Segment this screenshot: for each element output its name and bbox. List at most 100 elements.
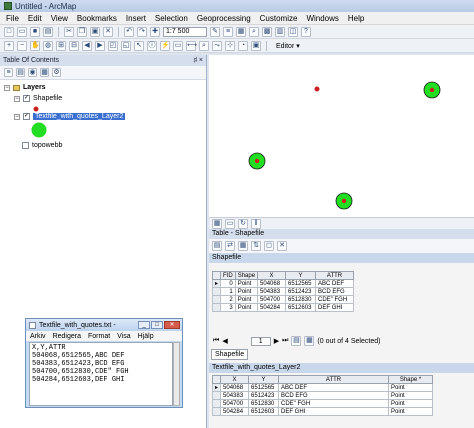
table-row[interactable]: ▸ 504068 6512565 ABC DEF Point (211, 383, 434, 392)
next-record-icon[interactable]: ▶ (274, 337, 279, 345)
table-row[interactable]: 504383 6512423 BCD EFG Point (211, 391, 434, 400)
notepad-menu-arkiv[interactable]: Arkiv (30, 333, 46, 340)
undo-icon[interactable]: ↶ (124, 26, 134, 37)
notepad-menu-visa[interactable]: Visa (117, 333, 131, 340)
editor-toolbar-icon[interactable]: ✎ (210, 26, 220, 37)
scale-input[interactable]: 1:7 500 (163, 26, 207, 37)
cell-attr[interactable]: CDE" FGH (278, 399, 390, 408)
current-record-input[interactable]: 1 (250, 336, 271, 346)
column-header-y[interactable]: Y (248, 375, 280, 384)
menu-bookmarks[interactable]: Bookmarks (77, 14, 117, 23)
menu-selection[interactable]: Selection (155, 14, 188, 23)
forward-icon[interactable]: ▶ (95, 40, 105, 51)
column-header-y[interactable]: Y (285, 271, 317, 280)
clear-selection-icon[interactable]: ◱ (121, 40, 131, 51)
maximize-button[interactable]: □ (151, 321, 163, 329)
cell-fid[interactable]: 0 (220, 279, 236, 288)
menu-help[interactable]: Help (348, 14, 364, 23)
column-header-fid[interactable]: FID (220, 271, 236, 280)
column-header-shape[interactable]: Shape * (388, 375, 434, 384)
cell-shape[interactable]: Point (234, 295, 259, 304)
full-extent-icon[interactable]: ◍ (43, 40, 53, 51)
map-view[interactable] (209, 55, 474, 217)
select-elements-icon[interactable]: ↖ (134, 40, 144, 51)
cell-y[interactable]: 6512603 (248, 407, 280, 416)
collapse-icon[interactable]: − (14, 95, 20, 102)
notepad-menu-format[interactable]: Format (88, 333, 110, 340)
cut-icon[interactable]: ✂ (64, 26, 74, 37)
last-record-icon[interactable]: ⏭ (282, 337, 288, 345)
list-by-drawing-order-icon[interactable]: ≡ (4, 68, 13, 77)
show-selected-records-icon[interactable]: ▦ (304, 336, 315, 346)
delete-icon[interactable]: ✕ (103, 26, 113, 37)
table-row[interactable]: 1 Point 504383 6512423 BCD EFG (211, 287, 355, 296)
map-canvas[interactable] (209, 55, 474, 217)
cell-y[interactable]: 6512830 (285, 295, 317, 304)
map-point-large[interactable] (335, 192, 353, 210)
column-header-attr[interactable]: ATTR (278, 375, 390, 384)
cell-shape[interactable]: Point (234, 279, 259, 288)
toc-icon[interactable]: ≡ (223, 26, 233, 37)
table-row[interactable]: 2 Point 504700 6512830 CDE" FGH (211, 295, 355, 304)
cell-attr[interactable]: BCD EFG (278, 391, 390, 400)
cell-x[interactable]: 504284 (220, 407, 250, 416)
cell-y[interactable]: 6512603 (285, 303, 317, 312)
toc-options-icon[interactable]: ⚙ (52, 68, 61, 77)
cell-attr[interactable]: DEF GHI (315, 303, 355, 312)
notepad-menu-redigera[interactable]: Redigera (53, 333, 81, 340)
new-icon[interactable]: □ (4, 26, 14, 37)
cell-attr[interactable]: ABC DEF (278, 383, 390, 392)
layer-visibility-checkbox[interactable]: ✓ (23, 113, 30, 120)
zoom-in-icon[interactable]: + (4, 40, 14, 51)
create-viewer-icon[interactable]: ▣ (251, 40, 261, 51)
row-selector[interactable] (211, 399, 222, 408)
map-point-large[interactable] (248, 152, 266, 170)
time-slider-icon[interactable]: ◔ (238, 40, 248, 51)
cell-x[interactable]: 504383 (257, 287, 287, 296)
notepad-menu-hjalp[interactable]: Hjälp (138, 333, 154, 340)
cell-shape[interactable]: Point (388, 399, 434, 408)
identify-icon[interactable]: ⓘ (147, 40, 157, 51)
previous-record-icon[interactable]: ◀ (222, 337, 227, 345)
hyperlink-icon[interactable]: ⚡ (160, 40, 170, 51)
table-row[interactable]: 504284 6512603 DEF GHI Point (211, 407, 434, 416)
column-header-shape[interactable]: Shape (234, 271, 259, 280)
measure-icon[interactable]: ⟷ (186, 40, 197, 51)
cell-x[interactable]: 504700 (220, 399, 250, 408)
toc-layer-topowebb[interactable]: topowebb (22, 142, 62, 149)
cell-x[interactable]: 504700 (257, 295, 287, 304)
cell-attr[interactable]: ABC DEF (315, 279, 355, 288)
select-by-attributes-icon[interactable]: ▦ (238, 241, 248, 251)
cell-x[interactable]: 504068 (257, 279, 287, 288)
cell-x[interactable]: 504068 (220, 383, 250, 392)
arctoolbox-icon[interactable]: ▩ (262, 26, 272, 37)
first-record-icon[interactable]: ⏮ (213, 337, 219, 345)
table-row[interactable]: 504700 6512830 CDE" FGH Point (211, 399, 434, 408)
table-row[interactable]: 3 Point 504284 6512603 DEF GHI (211, 303, 355, 312)
cell-shape[interactable]: Point (388, 383, 434, 392)
list-by-selection-icon[interactable]: ▦ (40, 68, 49, 77)
delete-selected-icon[interactable]: ✕ (277, 241, 287, 251)
show-all-records-icon[interactable]: ▤ (291, 336, 302, 346)
search-icon[interactable]: ⌕ (249, 26, 259, 37)
pan-icon[interactable]: ✋ (30, 40, 40, 51)
layer-visibility-checkbox[interactable]: ✓ (23, 95, 30, 102)
column-header-attr[interactable]: ATTR (315, 271, 355, 280)
toc-pin-close-icon[interactable]: ♯ × (193, 57, 203, 64)
menu-file[interactable]: File (6, 14, 19, 23)
map-point-large[interactable] (423, 81, 441, 99)
editor-menu-button[interactable]: Editor ▾ (276, 42, 300, 50)
list-by-visibility-icon[interactable]: ◉ (28, 68, 37, 77)
cell-x[interactable]: 504284 (257, 303, 287, 312)
paste-icon[interactable]: ▣ (90, 26, 100, 37)
add-data-icon[interactable]: ✚ (150, 26, 160, 37)
row-selector[interactable] (211, 295, 222, 304)
row-selector[interactable] (211, 391, 222, 400)
toc-layer-shapefile[interactable]: − ✓ Shapefile (14, 95, 62, 102)
find-icon[interactable]: ⌕ (199, 40, 209, 51)
menu-view[interactable]: View (51, 14, 68, 23)
menu-customize[interactable]: Customize (260, 14, 298, 23)
close-button[interactable]: ✕ (164, 321, 180, 329)
refresh-icon[interactable]: ↻ (238, 218, 248, 229)
html-popup-icon[interactable]: ▭ (173, 40, 183, 51)
